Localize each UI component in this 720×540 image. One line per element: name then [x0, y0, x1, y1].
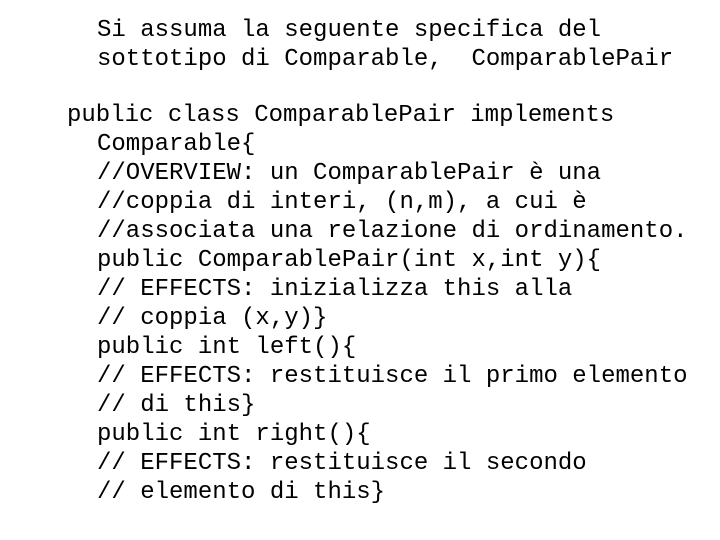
code-comment-effects: // EFFECTS: inizializza this alla — [97, 276, 573, 303]
code-method-left-signature: public int left(){ — [97, 334, 357, 361]
code-comment: //coppia di interi, (n,m), a cui è — [97, 189, 587, 216]
code-method-right-signature: public int right(){ — [97, 421, 371, 448]
code-comment: // coppia (x,y)} — [97, 305, 328, 332]
code-constructor-signature: public ComparablePair(int x,int y){ — [97, 247, 602, 274]
intro-line-1: Si assuma la seguente specifica del — [97, 17, 602, 44]
code-comment: // di this} — [97, 392, 256, 419]
intro-line-2: sottotipo di Comparable, ComparablePair — [97, 46, 674, 73]
slide: Si assuma la seguente specifica del sott… — [0, 0, 720, 540]
code-comment: // elemento di this} — [97, 479, 386, 506]
code-comment-effects: // EFFECTS: restituisce il secondo — [97, 450, 587, 477]
code-comment-overview: //OVERVIEW: un ComparablePair è una — [97, 160, 602, 187]
code-line: Comparable{ — [97, 131, 256, 158]
code-class-declaration: public class ComparablePair implements — [67, 102, 615, 129]
code-comment: //associata una relazione di ordinamento… — [97, 218, 688, 245]
code-comment-effects: // EFFECTS: restituisce il primo element… — [97, 363, 688, 390]
